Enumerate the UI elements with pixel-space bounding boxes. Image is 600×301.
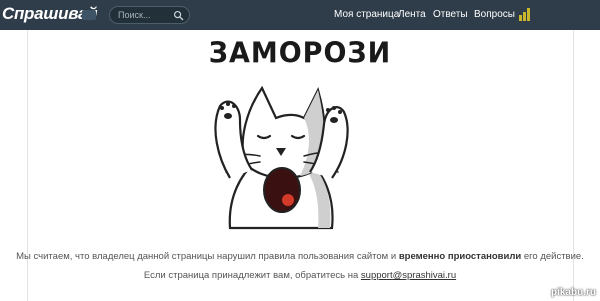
support-email-link[interactable]: support@sprashivai.ru <box>361 270 456 281</box>
top-navigation-bar: Спрашивай Моя страница Лента Ответы Вопр… <box>0 0 600 30</box>
message-text-bold: временно приостановили <box>398 251 522 262</box>
nav-answers[interactable]: Ответы <box>433 9 468 20</box>
page-headline: ЗАМОРОЗИ <box>208 37 392 70</box>
nav-my-page[interactable]: Моя страница <box>334 9 399 20</box>
support-message: Если страница принадлежит вам, обратитес… <box>0 270 600 281</box>
search-icon[interactable] <box>173 10 184 21</box>
message-text-start: Мы считаем, что владелец данной страницы… <box>16 251 399 262</box>
nav-questions[interactable]: Вопросы <box>474 9 515 20</box>
suspension-message: Мы считаем, что владелец данной страницы… <box>0 251 600 262</box>
support-text: Если страница принадлежит вам, обратитес… <box>143 270 361 281</box>
menu-toggle-icon[interactable] <box>82 10 96 20</box>
search-box <box>109 6 190 24</box>
screaming-cat-illustration <box>214 85 349 230</box>
stats-bars-icon[interactable] <box>519 8 530 21</box>
watermark: pikabu.ru <box>550 287 596 298</box>
nav-feed[interactable]: Лента <box>398 9 426 20</box>
search-input[interactable] <box>118 10 174 20</box>
message-text-end: его действие. <box>521 251 584 262</box>
